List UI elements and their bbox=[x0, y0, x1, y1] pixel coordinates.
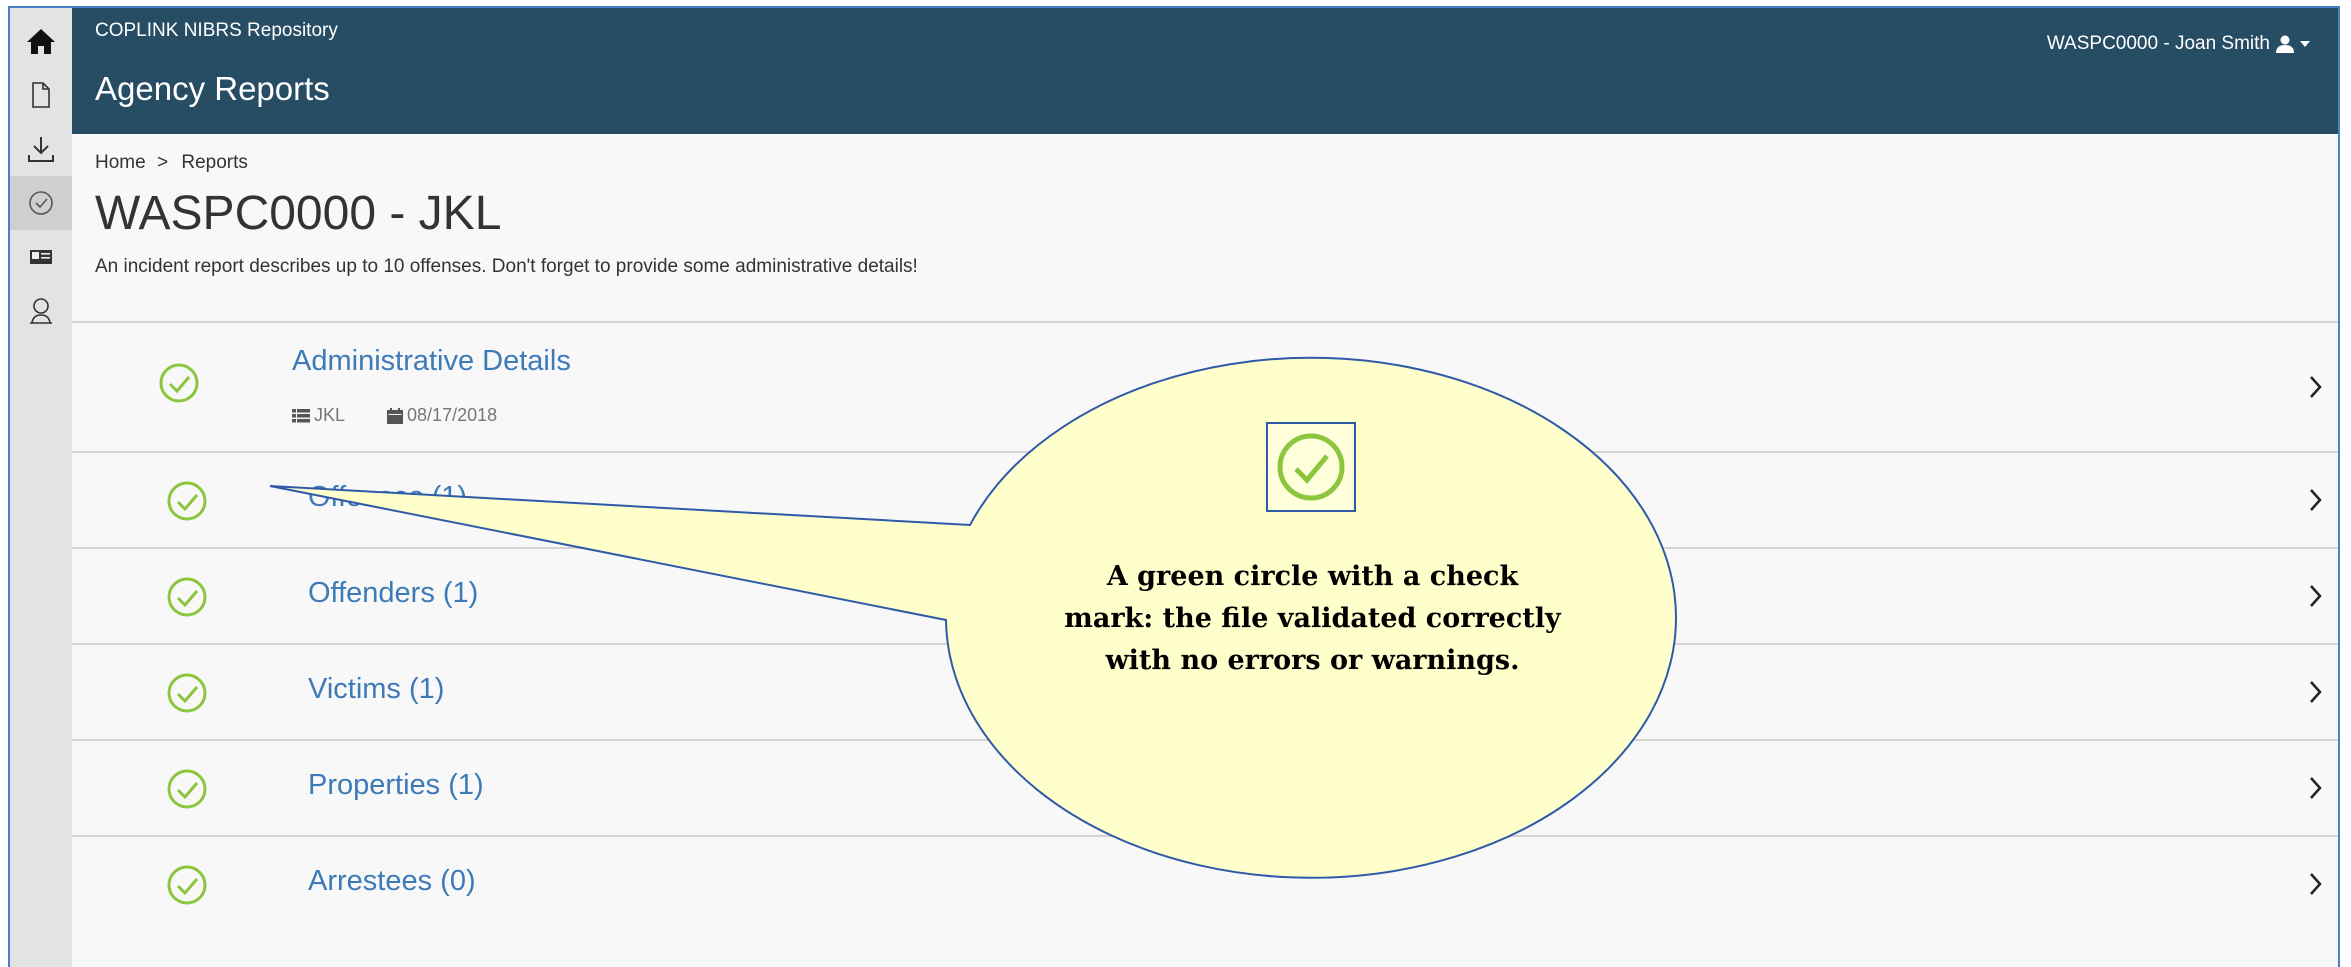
section-row-administrative-details[interactable]: Administrative Details JKL 08/17/2018 bbox=[72, 323, 2338, 453]
section-label[interactable]: Arrestees (0) bbox=[308, 865, 476, 898]
sidebar bbox=[10, 8, 72, 967]
download-icon bbox=[28, 137, 54, 162]
callout-check-image bbox=[1266, 422, 1356, 512]
breadcrumb-current: Reports bbox=[181, 152, 248, 173]
sidebar-item-identity[interactable] bbox=[10, 230, 72, 284]
section-row-arrestees[interactable]: Arrestees (0) bbox=[72, 837, 2338, 931]
section-row-offenses[interactable]: Offenses (1) bbox=[72, 453, 2338, 549]
document-icon bbox=[32, 82, 50, 108]
callout-text-line: mark: the file validated correctly bbox=[1064, 603, 1561, 634]
home-icon bbox=[27, 29, 55, 54]
valid-check-icon bbox=[167, 577, 207, 617]
callout-text-line: A green circle with a check bbox=[1106, 561, 1519, 592]
id-card-icon bbox=[30, 250, 52, 264]
sidebar-item-home[interactable] bbox=[10, 14, 72, 68]
breadcrumb-separator: > bbox=[156, 152, 169, 173]
calendar-icon bbox=[387, 407, 404, 424]
chevron-right-icon bbox=[2310, 585, 2322, 607]
sidebar-item-download[interactable] bbox=[10, 122, 72, 176]
valid-check-icon bbox=[167, 865, 207, 905]
valid-check-icon bbox=[167, 769, 207, 809]
user-label: WASPC0000 - Joan Smith bbox=[2046, 33, 2270, 54]
chevron-right-icon bbox=[2310, 681, 2322, 703]
caret-down-icon bbox=[2300, 41, 2310, 47]
app-window: COPLINK NIBRS Repository Agency Reports … bbox=[8, 6, 2340, 967]
report-date: 08/17/2018 bbox=[407, 405, 498, 425]
section-label[interactable]: Offenders (1) bbox=[308, 577, 478, 610]
section-label[interactable]: Administrative Details bbox=[292, 345, 571, 378]
section-label[interactable]: Victims (1) bbox=[308, 673, 444, 706]
section-label[interactable]: Offenses (1) bbox=[308, 481, 467, 514]
callout-text: A green circle with a check mark: the fi… bbox=[1055, 556, 1570, 682]
section-label[interactable]: Properties (1) bbox=[308, 769, 484, 802]
breadcrumb-home-link[interactable]: Home bbox=[95, 152, 146, 174]
main-content: Home > Reports WASPC0000 - JKL An incide… bbox=[72, 134, 2338, 967]
chevron-right-icon bbox=[2310, 873, 2322, 895]
section-meta: JKL 08/17/2018 bbox=[292, 405, 539, 426]
agency-code: JKL bbox=[314, 405, 346, 425]
list-icon bbox=[292, 408, 310, 422]
app-name: COPLINK NIBRS Repository bbox=[95, 20, 338, 41]
sidebar-item-profile[interactable] bbox=[10, 284, 72, 338]
section-row-properties[interactable]: Properties (1) bbox=[72, 741, 2338, 837]
valid-check-icon bbox=[159, 363, 199, 403]
top-header: COPLINK NIBRS Repository Agency Reports … bbox=[72, 8, 2338, 134]
report-description: An incident report describes up to 10 of… bbox=[95, 256, 918, 277]
breadcrumb: Home > Reports bbox=[95, 152, 248, 174]
valid-check-icon bbox=[167, 673, 207, 713]
page-heading: Agency Reports bbox=[95, 70, 330, 107]
valid-check-icon bbox=[167, 481, 207, 521]
valid-check-icon bbox=[1277, 433, 1345, 501]
user-menu[interactable]: WASPC0000 - Joan Smith bbox=[2047, 33, 2310, 55]
chevron-right-icon bbox=[2310, 376, 2322, 398]
sidebar-item-documents[interactable] bbox=[10, 68, 72, 122]
sidebar-item-validation[interactable] bbox=[10, 176, 72, 230]
user-icon bbox=[30, 298, 52, 324]
chevron-right-icon bbox=[2310, 777, 2322, 799]
callout-text-line: with no errors or warnings. bbox=[1105, 645, 1520, 676]
user-icon bbox=[2276, 35, 2294, 53]
chevron-right-icon bbox=[2310, 489, 2322, 511]
report-title: WASPC0000 - JKL bbox=[95, 187, 502, 240]
check-circle-icon bbox=[29, 191, 53, 215]
